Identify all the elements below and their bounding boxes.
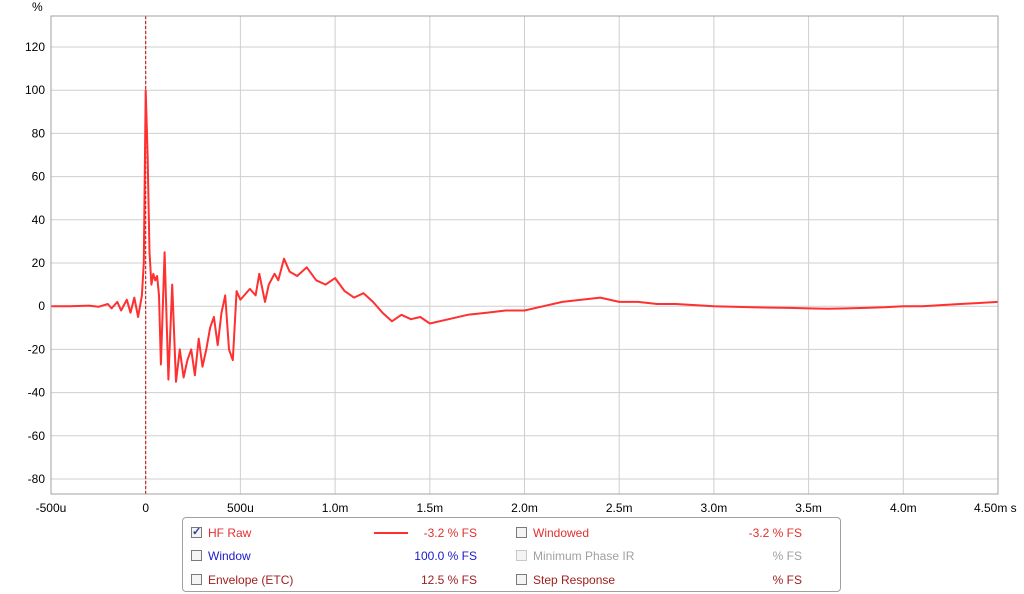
x-tick-label: 4.0m [890, 501, 917, 515]
y-tick-label: -20 [28, 342, 46, 356]
minimum-phase-ir-checkbox[interactable] [516, 550, 527, 561]
legend-item-windowed[interactable]: Windowed -3.2 % FS [516, 525, 826, 541]
grid-lines [51, 16, 998, 494]
y-tick-label: -40 [28, 386, 46, 400]
impulse-response-chart: % 120 100 80 60 40 20 0 -20 -40 -60 -80 -500u 0 500u… [25, 0, 1017, 515]
step-response-checkbox[interactable] [516, 574, 527, 585]
legend-label: Windowed [533, 526, 590, 540]
y-tick-label: -60 [28, 429, 46, 443]
x-tick-labels: -500u 0 500u 1.0m 1.5m 2.0m 2.5m 3.0m 3.5m 4.0m 4.… [36, 501, 1017, 515]
x-tick-label: 3.5m [795, 501, 822, 515]
legend-item-envelope[interactable]: Envelope (ETC) 12.5 % FS [191, 572, 501, 588]
legend-value: % FS [772, 573, 802, 587]
x-tick-label: 4.50m s [974, 501, 1017, 515]
legend-label: Minimum Phase IR [533, 549, 635, 563]
legend-item-minimum-phase-ir[interactable]: Minimum Phase IR % FS [516, 548, 826, 564]
hf-raw-checkbox[interactable] [191, 524, 202, 540]
legend-item-hf-raw[interactable]: HF Raw -3.2 % FS [191, 524, 501, 541]
x-tick-label: 3.0m [701, 501, 728, 515]
y-tick-label: 60 [32, 170, 46, 184]
legend-label: Window [208, 549, 251, 563]
y-tick-label: 40 [32, 213, 46, 227]
legend-value: -3.2 % FS [423, 526, 477, 540]
y-tick-label: 0 [38, 299, 45, 313]
legend-value: 12.5 % FS [420, 573, 477, 587]
x-tick-label: 0 [142, 501, 149, 515]
legend-value: % FS [772, 549, 802, 563]
legend-value: -3.2 % FS [748, 526, 802, 540]
y-axis-unit-label: % [32, 0, 43, 14]
x-tick-label: 1.5m [416, 501, 443, 515]
legend-panel: HF Raw -3.2 % FS Window 100.0 % FS Envel… [182, 517, 841, 592]
x-tick-label: -500u [36, 501, 67, 515]
y-tick-label: 100 [25, 83, 45, 97]
x-tick-label: 2.5m [606, 501, 633, 515]
x-tick-label: 1.0m [322, 501, 349, 515]
y-tick-labels: 120 100 80 60 40 20 0 -20 -40 -60 -80 [25, 40, 45, 486]
legend-item-step-response[interactable]: Step Response % FS [516, 572, 826, 588]
x-tick-label: 2.0m [511, 501, 538, 515]
windowed-checkbox[interactable] [516, 527, 527, 538]
x-tick-label: 500u [227, 501, 254, 515]
legend-item-window[interactable]: Window 100.0 % FS [191, 548, 501, 564]
window-checkbox[interactable] [191, 550, 202, 561]
legend-label: HF Raw [208, 526, 252, 540]
legend-value: 100.0 % FS [414, 549, 477, 563]
legend-label: Envelope (ETC) [208, 573, 294, 587]
y-tick-label: 20 [32, 256, 46, 270]
envelope-checkbox[interactable] [191, 574, 202, 585]
legend-label: Step Response [533, 573, 616, 587]
y-tick-label: 120 [25, 40, 45, 54]
y-tick-label: -80 [28, 472, 46, 486]
y-tick-label: 80 [32, 126, 46, 140]
